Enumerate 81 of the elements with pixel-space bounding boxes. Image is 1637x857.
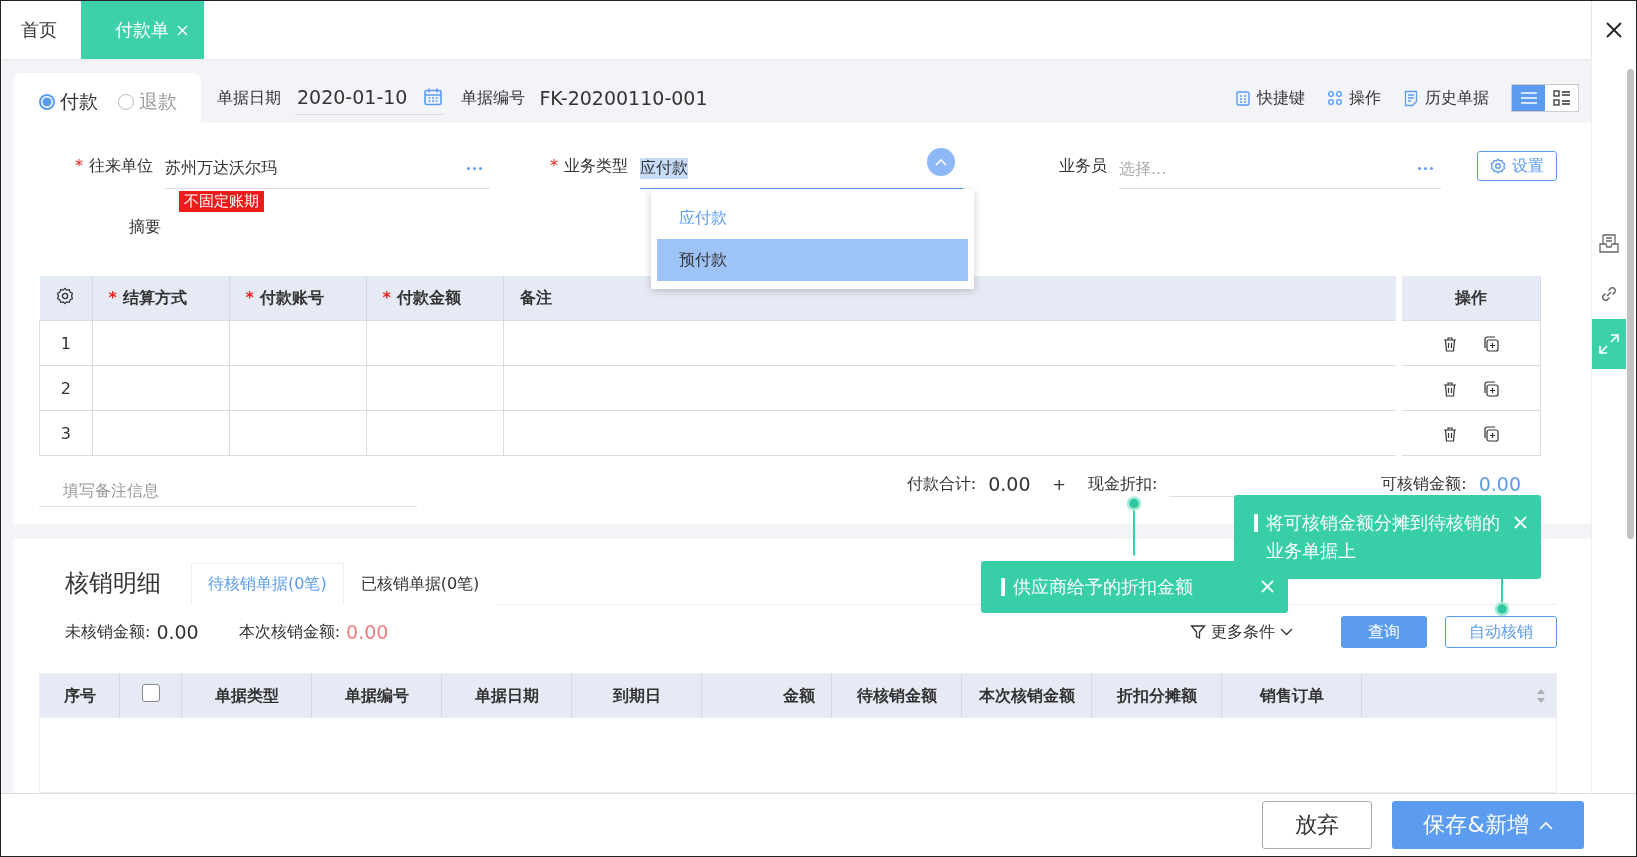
row-number: 1 [60, 333, 71, 353]
field-label: 业务类型 [564, 156, 628, 175]
select-all-checkbox[interactable] [141, 684, 160, 702]
column-header: 付款金额 [396, 287, 461, 307]
keyboard-icon[interactable] [1235, 89, 1251, 107]
chevron-up-icon[interactable] [1538, 820, 1553, 830]
column-header: 操作 [1454, 287, 1487, 307]
expand-icon[interactable] [1592, 319, 1626, 369]
field-label: 单据日期 [217, 87, 281, 109]
field-label: 往来单位 [89, 156, 153, 175]
required-mark: * [108, 287, 117, 307]
column-header: 备注 [519, 287, 552, 307]
toolbar-button[interactable]: 快捷键 [1231, 87, 1309, 109]
column-header: 销售订单 [1259, 685, 1324, 707]
tooltip: 将可核销金额分摊到待核销的业务单据上 [1234, 495, 1541, 579]
column-header: 本次核销金额 [978, 685, 1075, 707]
required-mark: * [245, 287, 254, 307]
required-mark: * [550, 156, 558, 175]
settings-icon[interactable] [56, 287, 74, 305]
detail-view-button[interactable] [1545, 85, 1578, 111]
column-header: 待核销金额 [856, 685, 937, 707]
tooltip: 供应商给予的折扣金额 [981, 561, 1288, 613]
total-value: 0.00 [988, 473, 1031, 495]
chevron-down-icon[interactable] [1280, 628, 1293, 636]
column-header: 结算方式 [122, 287, 187, 307]
radio-option[interactable]: 付款 [39, 89, 98, 115]
filter-button[interactable]: 更多条件 [1184, 620, 1299, 644]
row-number: 2 [60, 378, 71, 398]
document-icon[interactable] [1403, 89, 1419, 107]
partner-field[interactable]: 苏州万达沃尔玛 [165, 149, 490, 189]
detail-list-icon[interactable] [1552, 90, 1571, 106]
column-header: 到期日 [612, 685, 661, 707]
toolbar-button[interactable]: 历史单据 [1399, 87, 1493, 109]
column-header: 金额 [783, 685, 815, 707]
more-icon[interactable] [1418, 167, 1433, 170]
discount-label: 现金折扣: [1087, 473, 1158, 495]
column-header: 单据类型 [214, 685, 279, 707]
column-header: 单据编号 [344, 685, 409, 707]
delete-icon[interactable] [1443, 381, 1458, 397]
plus-sign: + [1052, 474, 1066, 494]
required-mark: * [75, 156, 83, 175]
amount-label: 未核销金额: [65, 621, 151, 643]
add-copy-icon[interactable] [1482, 336, 1499, 352]
grid-icon[interactable] [1327, 90, 1343, 106]
filter-icon[interactable] [1190, 624, 1206, 640]
calendar-icon[interactable] [423, 86, 444, 107]
amount-label: 本次核销金额: [238, 621, 341, 643]
dropdown-option[interactable]: 预付款 [657, 239, 968, 281]
list-icon[interactable] [1519, 91, 1538, 105]
chevron-up-icon[interactable] [927, 147, 955, 176]
more-icon[interactable] [467, 167, 482, 170]
writeoff-label: 可核销金额: [1381, 473, 1467, 495]
required-mark: * [382, 287, 391, 307]
column-header: 单据日期 [474, 685, 539, 707]
field-label: 单据编号 [461, 87, 526, 109]
column-header: 付款账号 [259, 287, 324, 307]
document-number: FK-20200110-001 [539, 87, 708, 109]
date-field[interactable]: 2020-01-10 [295, 81, 446, 115]
sort-icon[interactable] [1536, 688, 1546, 704]
column-header: 折扣分摊额 [1116, 685, 1197, 707]
page-tab[interactable]: 首页 [1, 1, 77, 59]
status-tag: 不固定账期 [179, 191, 264, 212]
delete-icon[interactable] [1443, 426, 1458, 442]
add-copy-icon[interactable] [1482, 381, 1499, 397]
writeoff-value: 0.00 [1478, 473, 1521, 495]
amount-value: 0.00 [346, 621, 389, 643]
section-tab[interactable]: 已核销单据(0笔) [343, 563, 497, 605]
field-label: 业务员 [1059, 156, 1107, 175]
amount-value: 0.00 [156, 621, 199, 643]
close-button[interactable] [1591, 1, 1636, 59]
close-icon[interactable] [1605, 21, 1623, 39]
row-number: 3 [60, 423, 71, 443]
total-label: 付款合计: [906, 473, 977, 495]
section-title: 核销明细 [64, 568, 162, 599]
discard-button[interactable]: 放弃 [1262, 801, 1372, 849]
add-copy-icon[interactable] [1482, 426, 1499, 442]
field-label: 摘要 [128, 217, 161, 238]
scrollbar[interactable] [1627, 69, 1634, 539]
delete-icon[interactable] [1443, 336, 1458, 352]
column-header: 序号 [63, 685, 96, 707]
toolbar-button[interactable]: 操作 [1323, 87, 1385, 109]
